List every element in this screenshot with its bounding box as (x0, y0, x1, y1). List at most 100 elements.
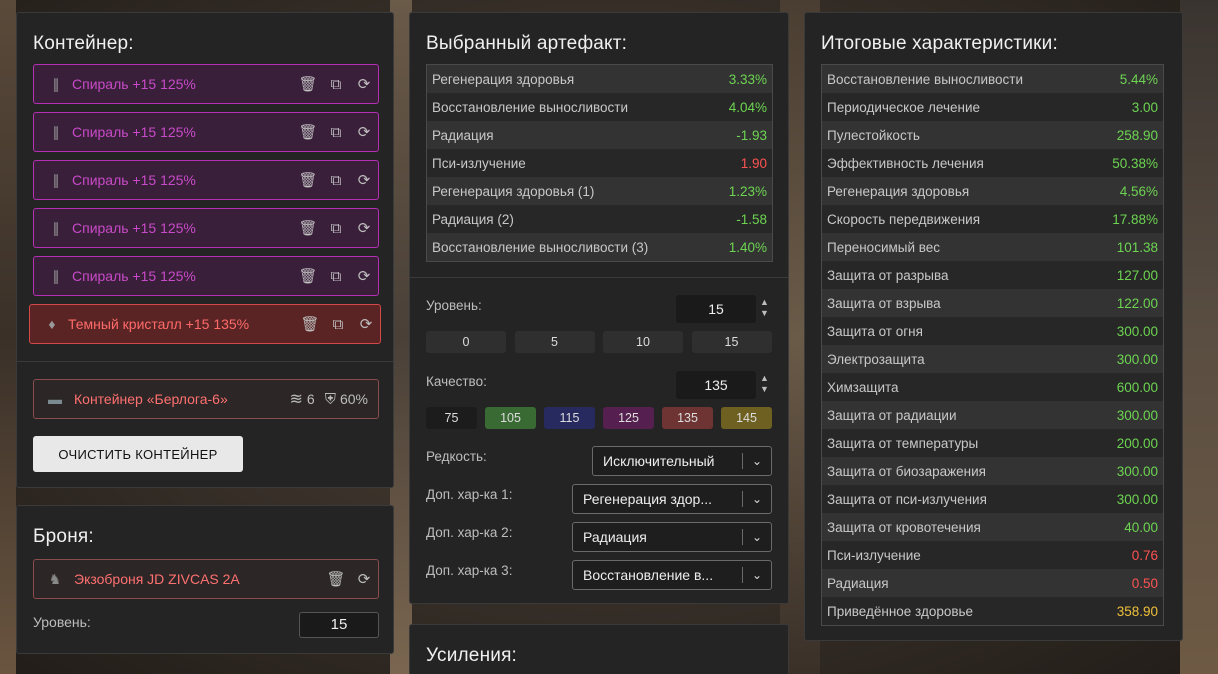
stat-value: 300.00 (1116, 491, 1158, 507)
artifact-title: Выбранный артефакт: (426, 33, 628, 54)
extra-stat-2-label: Доп. хар-ка 2: (426, 525, 513, 540)
stat-name: Электрозащита (827, 351, 925, 367)
rarity-value: Исключительный (603, 453, 715, 469)
spiral-artifact-icon: ∥ (52, 75, 60, 92)
stat-name: Защита от взрыва (827, 295, 941, 311)
stat-value: 5.44% (1119, 71, 1158, 87)
stat-name: Переносимый вес (827, 239, 941, 255)
quality-preset-button[interactable]: 115 (544, 407, 595, 429)
level-input[interactable]: 15 (676, 295, 756, 323)
copy-icon[interactable]: ⧉ (324, 316, 352, 333)
stat-row: Защита от кровотечения 40.00 (822, 513, 1163, 541)
rarity-select[interactable]: Исключительный ⌄ (592, 446, 772, 476)
artifact-stats-table: Регенерация здоровья 3.33% Восстановление … (426, 64, 773, 262)
copy-icon[interactable]: ⧉ (322, 172, 350, 189)
stat-row: Радиация (2) -1.58 (427, 205, 772, 233)
divider (410, 277, 788, 278)
stat-name: Эффективность лечения (827, 155, 984, 171)
trash-icon[interactable]: 🗑 (294, 123, 322, 141)
spiral-artifact-icon: ∥ (52, 171, 60, 188)
stat-row: Радиация 0.50 (822, 569, 1163, 597)
stat-row: Пси-излучение 0.76 (822, 541, 1163, 569)
quality-preset-button[interactable]: 145 (721, 407, 772, 429)
stat-row: Регенерация здоровья (1) 1.23% (427, 177, 772, 205)
trash-icon[interactable]: 🗑 (294, 75, 322, 93)
container-item-row[interactable]: ♦ Темный кристалл +15 135% 🗑 ⧉ ⟳ (29, 304, 381, 344)
quality-preset-button[interactable]: 125 (603, 407, 654, 429)
refresh-icon[interactable]: ⟳ (352, 315, 380, 333)
stat-row: Защита от температуры 200.00 (822, 429, 1163, 457)
container-item-label: Спираль +15 125% (72, 220, 196, 236)
quality-label: Качество: (426, 374, 487, 389)
stat-row: Пулестойкость 258.90 (822, 121, 1163, 149)
stat-name: Защита от разрыва (827, 267, 949, 283)
copy-icon[interactable]: ⧉ (322, 268, 350, 285)
quality-preset-button[interactable]: 75 (426, 407, 477, 429)
armor-item-row[interactable]: ♞ Экзоброня JD ZIVCAS 2A 🗑 ⟳ (33, 559, 379, 599)
spiral-artifact-icon: ∥ (52, 123, 60, 140)
stat-value: 127.00 (1116, 267, 1158, 283)
stat-value: 1.90 (740, 155, 767, 171)
copy-icon[interactable]: ⧉ (322, 76, 350, 93)
stat-row: Приведённое здоровье 358.90 (822, 597, 1163, 625)
level-preset-button[interactable]: 10 (603, 331, 683, 353)
copy-icon[interactable]: ⧉ (322, 220, 350, 237)
layers-icon: ≋ (289, 391, 303, 408)
level-label: Уровень: (426, 298, 482, 313)
stat-row: Скорость передвижения 17.88% (822, 205, 1163, 233)
quality-preset-button[interactable]: 135 (662, 407, 713, 429)
trash-icon[interactable]: 🗑 (294, 267, 322, 285)
spiral-artifact-icon: ∥ (52, 219, 60, 236)
extra-stat-3-value: Восстановление в... (583, 567, 714, 583)
extra-stat-2-select[interactable]: Радиация ⌄ (572, 522, 772, 552)
clear-container-button[interactable]: ОЧИСТИТЬ КОНТЕЙНЕР (33, 436, 243, 472)
level-preset-button[interactable]: 0 (426, 331, 506, 353)
refresh-icon[interactable]: ⟳ (350, 123, 378, 141)
rarity-label: Редкость: (426, 449, 487, 464)
shield-icon: ⛨ (324, 390, 336, 408)
trash-icon[interactable]: 🗑 (296, 315, 324, 333)
stat-value: 300.00 (1116, 323, 1158, 339)
container-icon: ▬ (48, 391, 62, 407)
trash-icon[interactable]: 🗑 (294, 171, 322, 189)
extra-stat-1-select[interactable]: Регенерация здор... ⌄ (572, 484, 772, 514)
copy-icon[interactable]: ⧉ (322, 124, 350, 141)
level-preset-button[interactable]: 5 (514, 331, 595, 353)
container-item-row[interactable]: ∥ Спираль +15 125% 🗑 ⧉ ⟳ (33, 256, 379, 296)
stat-value: 358.90 (1116, 603, 1158, 619)
refresh-icon[interactable]: ⟳ (350, 570, 378, 588)
level-preset-button[interactable]: 15 (691, 331, 772, 353)
quality-input[interactable]: 135 (676, 371, 756, 399)
refresh-icon[interactable]: ⟳ (350, 171, 378, 189)
refresh-icon[interactable]: ⟳ (350, 75, 378, 93)
container-item-label: Спираль +15 125% (72, 76, 196, 92)
stat-name: Химзащита (827, 379, 899, 395)
container-item-row[interactable]: ∥ Спираль +15 125% 🗑 ⧉ ⟳ (33, 160, 379, 200)
refresh-icon[interactable]: ⟳ (350, 267, 378, 285)
container-item-label: Темный кристалл +15 135% (68, 316, 250, 332)
armor-panel: Броня: ♞ Экзоброня JD ZIVCAS 2A 🗑 ⟳ Уров… (16, 505, 394, 654)
quality-spinner[interactable]: ▲ ▼ (760, 373, 769, 395)
stat-name: Восстановление выносливости (432, 99, 629, 115)
container-item-row[interactable]: ∥ Спираль +15 125% 🗑 ⧉ ⟳ (33, 112, 379, 152)
container-item-row[interactable]: ▬ Контейнер «Берлога-6» ≋ 6 ⛨ 60% (33, 379, 379, 419)
armor-level-input[interactable]: 15 (299, 612, 379, 638)
level-spinner[interactable]: ▲ ▼ (760, 297, 769, 319)
chevron-down-icon: ⌄ (751, 492, 763, 506)
armor-title: Броня: (33, 526, 94, 547)
stat-name: Регенерация здоровья (827, 183, 970, 199)
stat-value: 3.33% (728, 71, 767, 87)
extra-stat-3-select[interactable]: Восстановление в... ⌄ (572, 560, 772, 590)
container-item-row[interactable]: ∥ Спираль +15 125% 🗑 ⧉ ⟳ (33, 208, 379, 248)
stat-value: -1.93 (736, 127, 767, 143)
stat-name: Скорость передвижения (827, 211, 981, 227)
stat-row: Регенерация здоровья 4.56% (822, 177, 1163, 205)
container-item-row[interactable]: ∥ Спираль +15 125% 🗑 ⧉ ⟳ (33, 64, 379, 104)
trash-icon[interactable]: 🗑 (322, 570, 350, 588)
stat-row: Периодическое лечение 3.00 (822, 93, 1163, 121)
stat-row: Защита от огня 300.00 (822, 317, 1163, 345)
trash-icon[interactable]: 🗑 (294, 219, 322, 237)
container-protection: ⛨ 60% (325, 391, 368, 408)
quality-preset-button[interactable]: 105 (485, 407, 536, 429)
refresh-icon[interactable]: ⟳ (350, 219, 378, 237)
